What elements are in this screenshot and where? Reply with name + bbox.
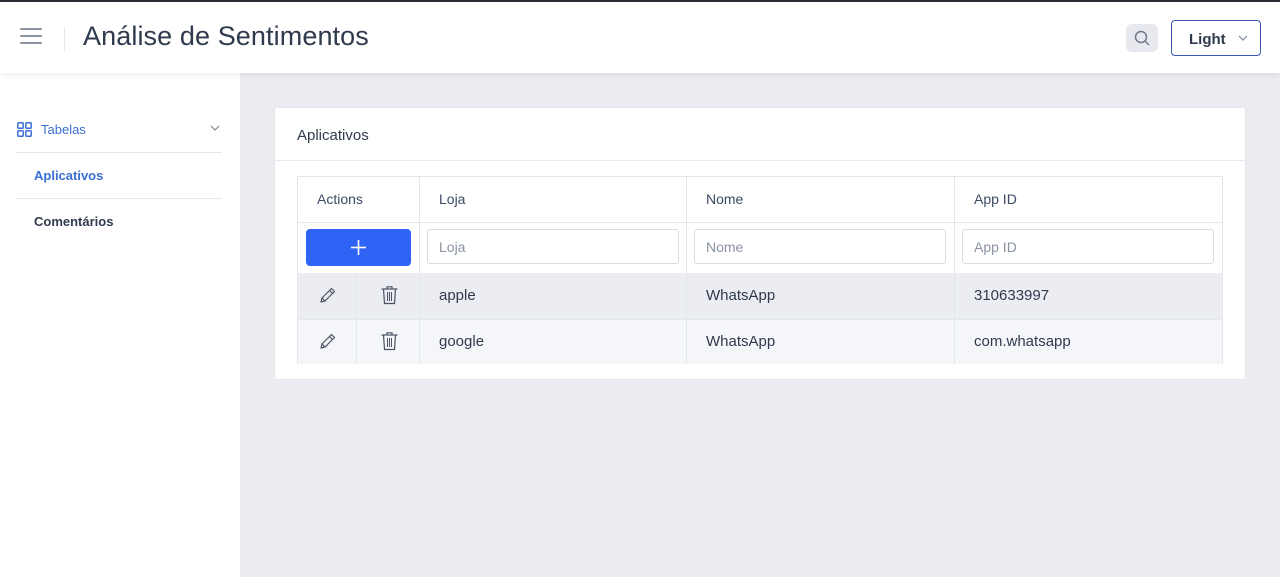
app-id-filter-input[interactable] [962,229,1214,264]
sidebar-item-comentarios[interactable]: Comentários [34,214,113,229]
column-divider [356,273,357,364]
column-header-nome[interactable]: Nome [706,191,743,207]
app-header: Análise de Sentimentos Light [0,2,1280,73]
table-row: apple WhatsApp 310633997 [298,273,1222,319]
column-header-loja[interactable]: Loja [439,191,465,207]
table-header-row: Actions Loja Nome App ID [298,177,1222,223]
cell-nome: WhatsApp [706,333,776,350]
hamburger-menu-icon[interactable] [20,28,42,46]
search-button[interactable] [1126,24,1158,52]
delete-button[interactable] [380,331,399,356]
column-divider [419,177,420,364]
delete-button[interactable] [380,285,399,310]
page-title: Análise de Sentimentos [83,21,369,51]
nome-filter-input[interactable] [694,229,946,264]
trash-icon [381,286,398,305]
theme-select-value: Light [1189,31,1226,48]
column-header-app-id[interactable]: App ID [974,191,1017,207]
cell-app-id: 310633997 [974,287,1050,304]
chevron-down-icon [210,125,220,131]
sidebar-divider [16,152,222,153]
table-filter-row [298,223,1222,273]
aplicativos-card: Aplicativos Actions Loja Nome App ID Loj… [274,107,1246,380]
cell-app-id: com.whatsapp [974,333,1071,350]
sidebar-group-label: Tabelas [41,122,86,137]
add-button[interactable] [306,229,411,266]
cell-loja: google [439,333,485,350]
sidebar-item-aplicativos[interactable]: Aplicativos [34,168,103,183]
grid-icon [17,122,32,137]
chevron-down-icon [1238,35,1248,41]
column-divider [686,177,687,364]
card-header: Aplicativos [275,108,1245,161]
edit-button[interactable] [318,286,337,310]
search-icon [1134,30,1150,46]
trash-icon [381,332,398,351]
sidebar-divider [16,198,222,199]
loja-filter-input[interactable] [427,229,679,264]
theme-select[interactable]: Light [1171,20,1261,56]
column-divider [954,177,955,364]
pencil-icon [320,287,336,303]
sidebar-group-tabelas[interactable]: Tabelas [16,117,222,143]
cell-nome: WhatsApp [706,287,776,304]
pencil-icon [320,333,336,349]
plus-icon [351,240,366,255]
header-divider [64,27,65,51]
column-header-actions: Actions [317,191,363,207]
cell-loja: apple [439,287,476,304]
sidebar: Tabelas Aplicativos Comentários [0,73,240,577]
edit-button[interactable] [318,332,337,356]
card-title: Aplicativos [297,127,369,144]
aplicativos-table: Actions Loja Nome App ID Loja Nome App I… [297,176,1223,364]
table-row: google WhatsApp com.whatsapp [298,319,1222,364]
